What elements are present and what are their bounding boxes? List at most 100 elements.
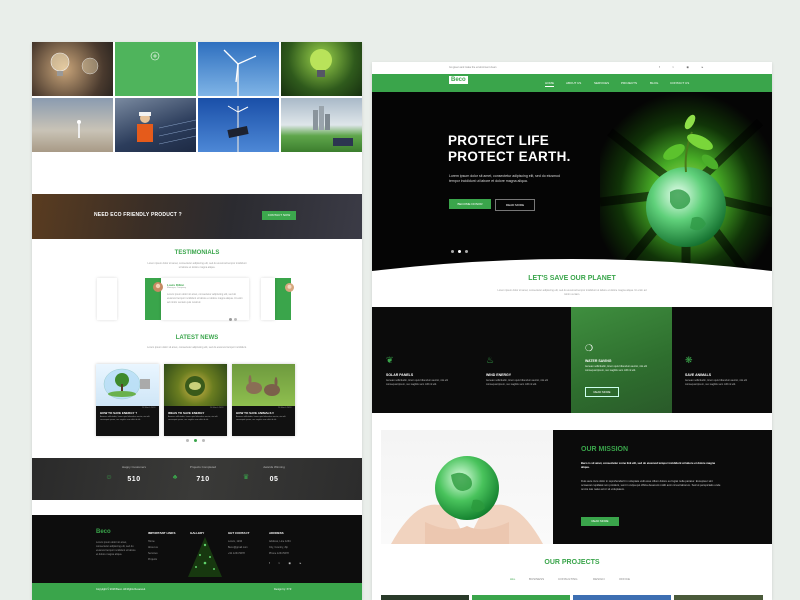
left-page-mockup: NEED ECO FRIENDLY PRODUCT ? CONTACT NOW …	[32, 42, 362, 600]
nav-home[interactable]: HOME	[545, 81, 554, 87]
news-title-text: IDEAS TO SAVE ENERGY	[168, 411, 205, 415]
nav-projects[interactable]: PROJECTS	[621, 81, 637, 85]
testimonial-card-next[interactable]	[261, 278, 275, 320]
testimonials-intro: Lorem ipsum dolor sit amet, consectetur …	[147, 262, 247, 269]
project-thumb[interactable]	[381, 595, 469, 600]
testimonial-role: Manager, Company	[167, 287, 187, 289]
copyright-bar: Copyright © 2018 Beco. All Rights Reserv…	[32, 583, 362, 600]
projects-title: OUR PROJECTS	[544, 559, 600, 566]
testimonial-dot[interactable]	[229, 318, 232, 321]
hero-dot-active[interactable]	[458, 250, 461, 253]
footer-address-title: ADDRESS	[269, 531, 284, 535]
news-title-text: HOW TO SAVE ENERGY ?	[100, 411, 138, 415]
water-read-more-button[interactable]: READ MORE	[585, 387, 619, 397]
hero-text: Lorem ipsum dolor sit amet, consectetur …	[449, 174, 560, 183]
news-card[interactable]: 26 March 2018 HOW TO SAVE ENERGY ? Aenea…	[96, 364, 159, 436]
mission-body: Duis aute irure dolor in reprehenderit i…	[581, 480, 721, 492]
mission-read-more-button[interactable]: READ MORE	[581, 517, 619, 526]
news-dot-active[interactable]	[194, 439, 197, 442]
news-dot[interactable]	[186, 439, 189, 442]
project-thumb[interactable]	[472, 595, 570, 600]
footer-logo[interactable]: Beco	[96, 529, 111, 535]
hero-section: PROTECT LIFE PROTECT EARTH. Lorem ipsum d…	[372, 92, 772, 277]
logo[interactable]: Beco	[449, 76, 468, 84]
news-intro: Lorem ipsum dolor sit amet, consectetur …	[147, 346, 247, 349]
news-card[interactable]: 26 March 2018 IDEAS TO SAVE ENERGY Aenea…	[164, 364, 227, 436]
stat-value: 710	[196, 476, 210, 483]
testimonial-dot[interactable]	[234, 318, 237, 321]
tab-office[interactable]: OFFICE	[619, 577, 630, 581]
nav-contact[interactable]: CONTACT US	[670, 81, 689, 85]
gallery-bulbs[interactable]	[32, 42, 113, 96]
avatar	[153, 282, 163, 292]
nav-about[interactable]: ABOUT US	[566, 81, 581, 85]
copyright-text: Copyright © 2018 Beco. All Rights Reserv…	[96, 588, 146, 591]
news-title-text: HOW TO SAVE ANIMALS !!	[236, 411, 275, 415]
gallery-green-city[interactable]	[281, 98, 362, 152]
tab-all[interactable]: ALL	[510, 577, 515, 581]
gallery-solar-pole[interactable]	[198, 98, 279, 152]
nav-blog[interactable]: BLOG	[650, 81, 658, 85]
avatar-next	[285, 283, 294, 292]
hands-globe-image	[381, 430, 553, 544]
testimonial-card-prev[interactable]	[97, 278, 117, 320]
footer-link[interactable]: Projects	[148, 557, 157, 563]
mission-lead: Beco is sit amet, consectetur come link …	[581, 462, 715, 470]
feature-text: Aenean sollicitudin, lorem quis bibendum…	[585, 365, 647, 372]
testimonials-title: TESTIMONIALS	[174, 250, 220, 256]
tab-business[interactable]: BUSINESS	[529, 577, 544, 581]
news-image-bulb	[96, 364, 159, 406]
tab-design[interactable]: DESIGN	[593, 577, 605, 581]
news-card[interactable]: 26 March 2018 HOW TO SAVE ANIMALS !! Aen…	[232, 364, 295, 436]
hero-dot[interactable]	[451, 250, 454, 253]
footer-about: Lorem ipsum dolor sit amet, consectetur …	[96, 541, 136, 556]
read-more-button[interactable]: READ MORE	[495, 199, 535, 211]
news-date: 26 March 2018	[278, 407, 292, 409]
gallery-tree-image[interactable]	[182, 535, 228, 581]
footer: Beco Lorem ipsum dolor sit amet, consect…	[32, 515, 362, 583]
become-donor-button[interactable]: BECOME DONOR	[449, 199, 491, 209]
gallery-green-overlay[interactable]	[115, 42, 196, 96]
right-page-mockup: Go green and make the environment clean …	[372, 62, 772, 600]
feature-title: WIND ENERGY	[486, 373, 512, 377]
mission-title: OUR MISSION	[581, 446, 629, 453]
hero-dot[interactable]	[465, 250, 468, 253]
tab-consulting[interactable]: CONSULTING	[558, 577, 577, 581]
news-caption: 26 March 2018 HOW TO SAVE ANIMALS !! Aen…	[232, 406, 295, 436]
design-credit: Design by: XYZ	[274, 588, 292, 591]
social-icons[interactable]: f t ◉ ▸	[659, 65, 709, 69]
news-date: 26 March 2018	[210, 407, 224, 409]
news-caption: 26 March 2018 IDEAS TO SAVE ENERGY Aenea…	[164, 406, 227, 436]
hero-heading: PROTECT LIFE PROTECT EARTH.	[448, 133, 571, 164]
stats-strip: ☺ Happy Customers 510 ♣ Projects Complet…	[32, 458, 362, 500]
hero-curve	[372, 259, 772, 287]
news-image-nest	[164, 364, 227, 406]
news-dot[interactable]	[202, 439, 205, 442]
nav-services[interactable]: SERVICES	[594, 81, 609, 85]
features-section: ❦ SOLAR PANELS Aenean sollicitudin, lore…	[372, 307, 772, 413]
feature-text: Aenean sollicitudin, lorem quis bibendum…	[386, 379, 448, 386]
news-date: 26 March 2018	[142, 407, 156, 409]
footer-address-line: Phone 1234 5678	[269, 552, 289, 555]
social-icons[interactable]: f t ◉ ▸	[269, 561, 305, 565]
earth-plant-image	[600, 92, 772, 277]
project-thumb[interactable]	[573, 595, 671, 600]
testimonial-card[interactable]: Louis Dillon Manager, Company Lorem ipsu…	[153, 278, 249, 320]
drop-icon: ❍	[585, 343, 594, 353]
gallery-solar-worker[interactable]	[115, 98, 197, 152]
contact-now-button[interactable]: CONTACT NOW	[262, 211, 296, 220]
news-caption: 26 March 2018 HOW TO SAVE ENERGY ? Aenea…	[96, 406, 159, 436]
gallery-green-bulb[interactable]	[281, 42, 362, 96]
news-title: LATEST NEWS	[175, 335, 219, 341]
feature-text: Aenean sollicitudin, lorem quis bibendum…	[486, 379, 548, 386]
stat-label: Awards Winning	[263, 465, 285, 469]
feature-title: WATER SAVING	[585, 359, 612, 363]
feature-text: Aenean sollicitudin, lorem quis bibendum…	[685, 379, 747, 386]
stat-value: 510	[127, 476, 141, 483]
eco-product-banner: NEED ECO FRIENDLY PRODUCT ? CONTACT NOW	[32, 194, 362, 239]
gallery-wind-turbine[interactable]	[198, 42, 279, 96]
project-thumb[interactable]	[674, 595, 763, 600]
footer-contact-line: +91 1234 5678	[228, 552, 245, 555]
gallery-desert-plant[interactable]	[32, 98, 113, 152]
save-planet-text: Lorem ipsum dolor sit amet, consectetur …	[497, 289, 647, 296]
